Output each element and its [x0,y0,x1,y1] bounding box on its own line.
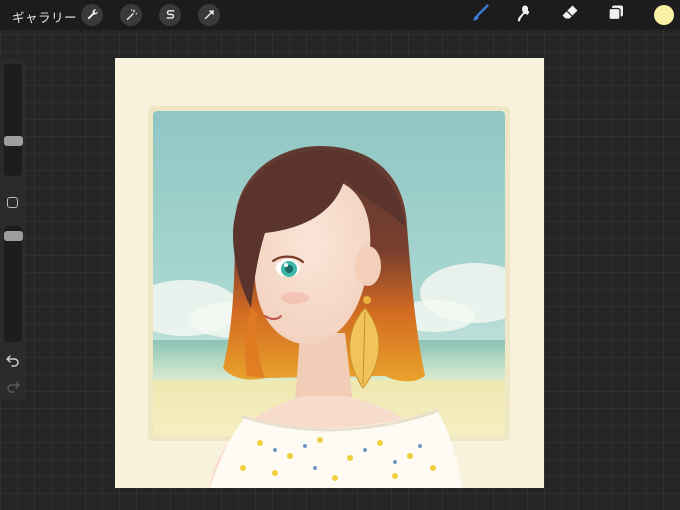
gallery-button[interactable]: ギャラリー [12,7,77,26]
redo-button[interactable] [5,378,21,394]
brush-size-slider[interactable] [4,64,22,176]
actions-button[interactable] [81,4,103,26]
selection-button[interactable] [159,4,181,26]
smudge-icon [514,3,534,27]
left-sidebar [0,58,26,400]
redo-icon [5,379,21,398]
transform-button[interactable] [198,4,220,26]
wrench-icon [86,6,99,25]
top-toolbar: ギャラリー [0,0,680,30]
modify-button[interactable] [7,197,18,208]
opacity-slider-thumb[interactable] [4,231,23,241]
artwork-illustration [148,106,510,488]
magic-wand-icon [125,6,138,25]
layers-icon [606,3,626,27]
adjustments-button[interactable] [120,4,142,26]
brush-icon [470,3,490,27]
brush-size-slider-thumb[interactable] [4,136,23,146]
brush-tool-button[interactable] [468,4,492,26]
artwork-canvas[interactable] [115,58,544,488]
arrow-cursor-icon [203,6,216,25]
eraser-icon [560,3,580,27]
opacity-slider[interactable] [4,226,22,342]
eraser-tool-button[interactable] [558,4,582,26]
color-picker-swatch[interactable] [654,5,674,25]
selection-s-icon [164,6,177,25]
smudge-tool-button[interactable] [512,4,536,26]
undo-button[interactable] [5,352,21,368]
layers-button[interactable] [604,4,628,26]
undo-icon [5,353,21,372]
